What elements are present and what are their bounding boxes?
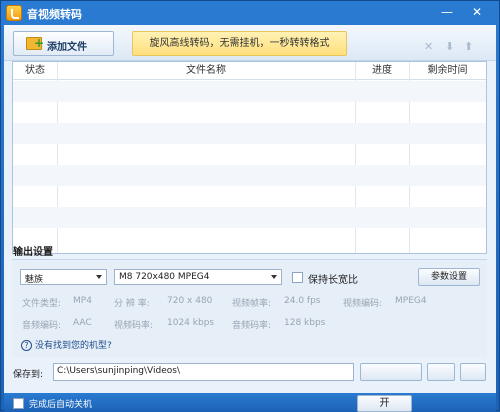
- folder-button[interactable]: [460, 363, 486, 381]
- open-folder-button[interactable]: [427, 363, 455, 381]
- column-header-progress[interactable]: 进度: [355, 62, 409, 80]
- app-window: 音视频转码 — ✕ 添加文件 旋风高线转码，无需挂机，一秒转转格式 ✕ ⬇ ⬆ …: [0, 0, 500, 412]
- table-row-empty: [13, 165, 486, 186]
- delete-icon[interactable]: ✕: [424, 40, 433, 53]
- table-row-empty: [13, 186, 486, 207]
- model-select[interactable]: M8 720x480 MPEG4: [114, 269, 282, 285]
- param-settings-button[interactable]: 参数设置: [418, 268, 480, 286]
- column-header-remaining-time[interactable]: 剩余时间: [409, 62, 486, 80]
- close-button[interactable]: ✕: [468, 4, 486, 20]
- client-area: 添加文件 旋风高线转码，无需挂机，一秒转转格式 ✕ ⬇ ⬆ 状态 文件名称 进度…: [4, 25, 496, 412]
- resolution-value: 720 x 480: [167, 296, 213, 306]
- keep-ratio-checkbox[interactable]: [292, 272, 303, 283]
- brand-select-value: 魅族: [25, 275, 44, 285]
- audio-bitrate-label: 音频码率:: [232, 321, 272, 331]
- frame-rate-value: 24.0 fps: [284, 296, 321, 306]
- table-row-empty: [13, 81, 486, 102]
- move-down-icon[interactable]: ⬇: [445, 40, 454, 53]
- file-type-value: MP4: [73, 296, 92, 306]
- brand-select[interactable]: 魅族: [20, 269, 107, 285]
- auto-shutdown-label[interactable]: 完成后自动关机: [29, 397, 92, 410]
- add-file-label: 添加文件: [47, 42, 87, 53]
- file-type-label: 文件类型:: [22, 299, 62, 309]
- audio-codec-label: 音频编码:: [22, 321, 62, 331]
- table-header: 状态 文件名称 进度 剩余时间: [13, 62, 486, 80]
- minimize-button[interactable]: —: [438, 4, 456, 20]
- video-bitrate-label: 视频码率:: [114, 321, 154, 331]
- table-row-empty: [13, 144, 486, 165]
- frame-rate-label: 视频帧率:: [232, 299, 272, 309]
- add-file-button[interactable]: 添加文件: [13, 31, 114, 56]
- keep-ratio-label[interactable]: 保持长宽比: [308, 271, 358, 286]
- audio-bitrate-value: 128 kbps: [284, 318, 326, 328]
- table-row-empty: [13, 102, 486, 123]
- video-bitrate-value: 1024 kbps: [167, 318, 215, 328]
- bottom-bar: 完成后自动关机 开: [4, 393, 496, 412]
- model-select-value: M8 720x480 MPEG4: [119, 272, 210, 282]
- table-row-empty: [13, 207, 486, 228]
- table-body: [13, 81, 486, 249]
- chevron-down-icon: [96, 275, 102, 279]
- column-header-filename[interactable]: 文件名称: [57, 62, 355, 80]
- question-icon: ?: [21, 340, 32, 351]
- resolution-label: 分 辨 率:: [114, 299, 150, 309]
- start-button[interactable]: 开: [357, 395, 412, 412]
- title-bar[interactable]: 音视频转码 — ✕: [1, 1, 500, 25]
- save-to-label: 保存到:: [13, 370, 44, 380]
- window-title: 音视频转码: [27, 8, 82, 21]
- model-help-text: 没有找到您的机型?: [35, 341, 112, 351]
- video-codec-value: MPEG4: [395, 296, 427, 306]
- browse-button[interactable]: [360, 363, 422, 381]
- move-up-icon[interactable]: ⬆: [464, 40, 473, 53]
- video-codec-label: 视频编码:: [343, 299, 383, 309]
- model-help-link[interactable]: ? 没有找到您的机型?: [21, 338, 112, 351]
- auto-shutdown-checkbox[interactable]: [13, 398, 24, 409]
- output-settings-panel: 魅族 M8 720x480 MPEG4 保持长宽比 参数设置 文件类型: MP4…: [12, 259, 487, 357]
- promo-banner[interactable]: 旋风高线转码，无需挂机，一秒转转格式: [132, 31, 347, 56]
- column-header-status[interactable]: 状态: [13, 62, 57, 80]
- table-row-empty: [13, 123, 486, 144]
- app-logo-icon: [6, 5, 22, 21]
- chevron-down-icon: [271, 275, 277, 279]
- table-row-empty: [13, 228, 486, 249]
- save-path-input[interactable]: C:\Users\sunjinping\Videos\: [53, 363, 354, 381]
- toolbar: 添加文件 旋风高线转码，无需挂机，一秒转转格式 ✕ ⬇ ⬆: [4, 25, 496, 61]
- output-settings-title: 输出设置: [13, 247, 53, 258]
- audio-codec-value: AAC: [73, 318, 92, 328]
- add-folder-icon: [26, 36, 44, 50]
- file-table[interactable]: 状态 文件名称 进度 剩余时间: [12, 61, 487, 254]
